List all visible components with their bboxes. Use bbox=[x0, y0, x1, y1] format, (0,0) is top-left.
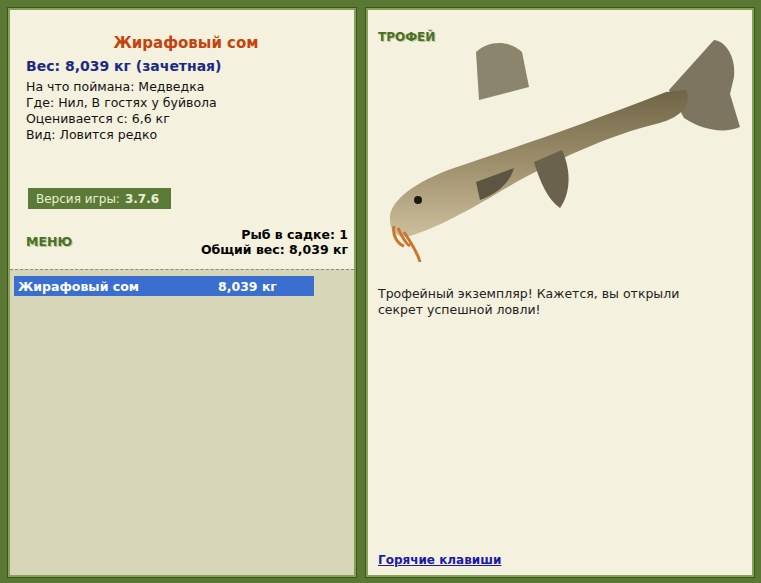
fish-name: Жирафовый сом bbox=[26, 34, 346, 52]
fish-detail: Вид: Ловится редко bbox=[26, 127, 346, 143]
keepnet-row[interactable]: Жирафовый сом8,039 кг bbox=[14, 276, 314, 296]
keepnet-fish-name: Жирафовый сом bbox=[18, 279, 218, 294]
fish-detail: Оценивается с: 6,6 кг bbox=[26, 111, 346, 127]
version-bar: Версия игры:3.7.6 bbox=[28, 188, 171, 209]
game-screen: Жирафовый сом Вес: 8,039 кг (зачетная) На … bbox=[0, 0, 761, 583]
trophy-badge: ТРОФЕЙ bbox=[378, 30, 740, 44]
fish-detail: На что поймана: Медведка bbox=[26, 79, 346, 95]
keepnet-fish-weight: 8,039 кг bbox=[218, 279, 277, 294]
version-value: 3.7.6 bbox=[125, 192, 159, 206]
fish-info: Жирафовый сом Вес: 8,039 кг (зачетная) На … bbox=[10, 10, 354, 209]
menu-button[interactable]: МЕНЮ bbox=[26, 234, 72, 249]
summary-line: Рыб в садке: 1 bbox=[201, 227, 348, 242]
trophy-panel: ТРОФЕЙ Трофейный экземпляр! Кажется, вы о… bbox=[366, 8, 754, 577]
fish-weight: Вес: 8,039 кг (зачетная) bbox=[26, 58, 346, 74]
fish-image bbox=[384, 32, 744, 262]
hotkeys-link[interactable]: Горячие клавиши bbox=[378, 553, 740, 567]
summary-line: Общий вес: 8,039 кг bbox=[201, 242, 348, 257]
keepnet-list: Жирафовый сом8,039 кг bbox=[10, 269, 354, 575]
trophy-message: Трофейный экземпляр! Кажется, вы открыли… bbox=[378, 286, 728, 553]
keepnet-summary: Рыб в садке: 1Общий вес: 8,039 кг bbox=[201, 227, 348, 257]
menu-row: МЕНЮ Рыб в садке: 1Общий вес: 8,039 кг bbox=[10, 209, 354, 269]
fish-detail: Где: Нил, В гостях у буйвола bbox=[26, 95, 346, 111]
catch-panel: Жирафовый сом Вес: 8,039 кг (зачетная) На … bbox=[8, 8, 356, 577]
